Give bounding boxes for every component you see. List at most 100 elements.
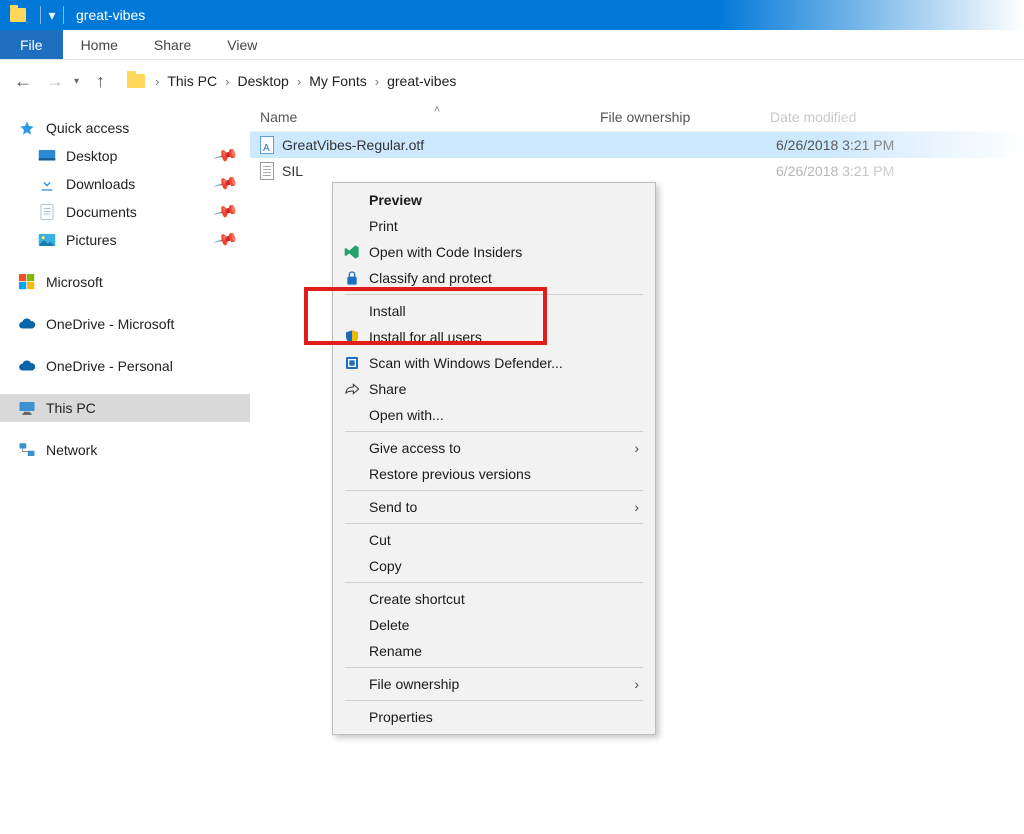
sidebar-item-quick-access[interactable]: Quick access [0, 114, 250, 142]
menu-label: Create shortcut [369, 591, 465, 607]
sidebar-label: OneDrive - Microsoft [46, 316, 174, 332]
tab-file[interactable]: File [0, 30, 63, 59]
chevron-right-icon[interactable]: › [373, 74, 381, 89]
tab-view[interactable]: View [209, 30, 275, 59]
qat-separator [40, 6, 41, 24]
sidebar-item-documents[interactable]: Documents 📌 [0, 198, 250, 226]
menu-item-give-access-to[interactable]: Give access to › [335, 435, 653, 461]
tab-share[interactable]: Share [136, 30, 209, 59]
file-row[interactable]: SIL 6/26/2018 3:21 PM [250, 158, 1024, 184]
menu-separator [345, 700, 643, 701]
menu-item-share[interactable]: Share [335, 376, 653, 402]
menu-item-scan-defender[interactable]: Scan with Windows Defender... [335, 350, 653, 376]
downloads-icon [38, 176, 56, 192]
breadcrumb-seg[interactable]: This PC [163, 73, 221, 89]
network-icon [18, 442, 36, 458]
cloud-icon [18, 358, 36, 374]
file-name: SIL [282, 163, 303, 179]
up-button[interactable]: ↑ [92, 71, 109, 92]
shield-icon [343, 328, 361, 346]
chevron-right-icon[interactable]: › [223, 74, 231, 89]
breadcrumb-seg[interactable]: great-vibes [383, 73, 460, 89]
sidebar-item-microsoft[interactable]: Microsoft [0, 268, 250, 296]
menu-label: Preview [369, 192, 422, 208]
breadcrumb-seg[interactable]: Desktop [233, 73, 292, 89]
title-bar: ▾ great-vibes [0, 0, 1024, 30]
menu-label: Install for all users [369, 329, 482, 345]
sidebar-item-desktop[interactable]: Desktop 📌 [0, 142, 250, 170]
microsoft-icon [18, 274, 36, 290]
menu-separator [345, 294, 643, 295]
sidebar-item-this-pc[interactable]: This PC [0, 394, 250, 422]
pin-icon: 📌 [212, 198, 239, 225]
tab-home[interactable]: Home [63, 30, 136, 59]
sidebar-item-downloads[interactable]: Downloads 📌 [0, 170, 250, 198]
menu-label: Give access to [369, 440, 461, 456]
menu-label: Rename [369, 643, 422, 659]
menu-label: Classify and protect [369, 270, 492, 286]
folder-icon [127, 74, 145, 88]
menu-item-open-with[interactable]: Open with... [335, 402, 653, 428]
menu-label: Send to [369, 499, 417, 515]
sidebar-label: Documents [66, 204, 137, 220]
menu-item-file-ownership[interactable]: File ownership› [335, 671, 653, 697]
sidebar-item-network[interactable]: Network [0, 436, 250, 464]
text-file-icon [260, 162, 274, 180]
menu-item-cut[interactable]: Cut [335, 527, 653, 553]
sidebar-item-onedrive-personal[interactable]: OneDrive - Personal [0, 352, 250, 380]
file-row[interactable]: GreatVibes-Regular.otf 6/26/2018 3:21 PM [250, 132, 1024, 158]
nav-bar: ← → ▾ ↑ › This PC › Desktop › My Fonts ›… [0, 60, 1024, 102]
menu-separator [345, 582, 643, 583]
col-name[interactable]: Name [260, 109, 600, 125]
menu-item-send-to[interactable]: Send to› [335, 494, 653, 520]
menu-label: Delete [369, 617, 409, 633]
qat-dropdown-icon[interactable]: ▾ [47, 7, 57, 24]
address-bar[interactable]: › This PC › Desktop › My Fonts › great-v… [121, 67, 466, 95]
menu-item-install[interactable]: Install [335, 298, 653, 324]
forward-button[interactable]: → [42, 68, 68, 94]
menu-separator [345, 523, 643, 524]
menu-item-print[interactable]: Print [335, 213, 653, 239]
menu-label: Cut [369, 532, 391, 548]
explorer-window: ▾ great-vibes File Home Share View ← → ▾… [0, 0, 1024, 834]
computer-icon [18, 400, 36, 416]
menu-item-restore-previous-versions[interactable]: Restore previous versions [335, 461, 653, 487]
col-date-modified[interactable]: Date modified [770, 109, 1024, 125]
menu-item-preview[interactable]: Preview [335, 187, 653, 213]
sidebar-label: Pictures [66, 232, 117, 248]
file-name: GreatVibes-Regular.otf [282, 137, 424, 153]
menu-label: Print [369, 218, 398, 234]
sidebar-item-onedrive-ms[interactable]: OneDrive - Microsoft [0, 310, 250, 338]
sidebar-item-pictures[interactable]: Pictures 📌 [0, 226, 250, 254]
window-title: great-vibes [76, 7, 145, 23]
breadcrumb-seg[interactable]: My Fonts [305, 73, 371, 89]
chevron-right-icon[interactable]: › [153, 74, 161, 89]
back-button[interactable]: ← [10, 68, 36, 94]
menu-separator [345, 490, 643, 491]
chevron-right-icon[interactable]: › [295, 74, 303, 89]
sidebar-label: Microsoft [46, 274, 103, 290]
menu-item-open-code-insiders[interactable]: Open with Code Insiders [335, 239, 653, 265]
lock-icon [343, 269, 361, 287]
menu-item-properties[interactable]: Properties [335, 704, 653, 730]
menu-item-rename[interactable]: Rename [335, 638, 653, 664]
history-dropdown-icon[interactable]: ▾ [74, 76, 86, 87]
nav-tree: Quick access Desktop 📌 [0, 102, 250, 834]
sidebar-label: OneDrive - Personal [46, 358, 173, 374]
menu-item-delete[interactable]: Delete [335, 612, 653, 638]
chevron-right-icon: › [634, 440, 639, 456]
menu-label: Properties [369, 709, 433, 725]
menu-item-copy[interactable]: Copy [335, 553, 653, 579]
pin-icon: 📌 [212, 226, 239, 253]
menu-item-install-all-users[interactable]: Install for all users [335, 324, 653, 350]
menu-item-create-shortcut[interactable]: Create shortcut [335, 586, 653, 612]
documents-icon [38, 204, 56, 220]
pictures-icon [38, 232, 56, 248]
chevron-right-icon: › [634, 676, 639, 692]
menu-separator [345, 667, 643, 668]
context-menu: Preview Print Open with Code Insiders Cl… [332, 182, 656, 735]
menu-item-classify-protect[interactable]: Classify and protect [335, 265, 653, 291]
col-file-ownership[interactable]: File ownership [600, 109, 770, 125]
folder-icon [10, 8, 26, 22]
desktop-icon [38, 148, 56, 164]
